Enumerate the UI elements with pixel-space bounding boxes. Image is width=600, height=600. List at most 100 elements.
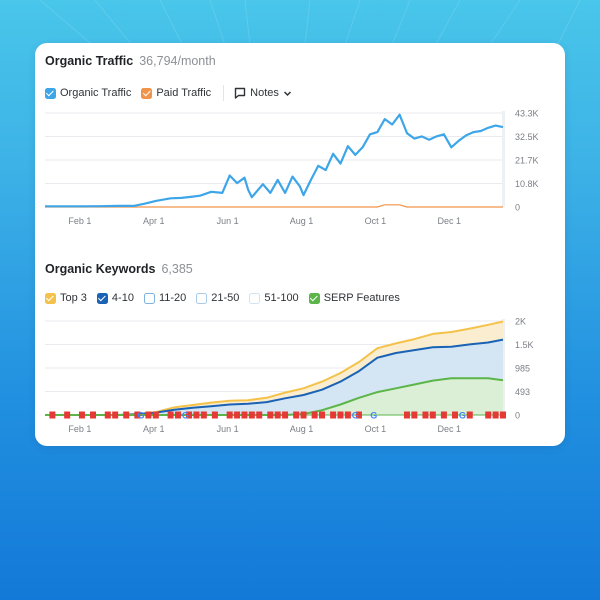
serp-event-flag bbox=[200, 411, 207, 419]
y-tick-label: 43.3K bbox=[515, 109, 539, 119]
x-tick-label: Aug 1 bbox=[290, 424, 314, 434]
y-tick-label: 0 bbox=[515, 203, 520, 213]
legend-11-20[interactable]: 11-20 bbox=[143, 292, 186, 304]
serp-event-flag bbox=[500, 411, 506, 419]
legend-label: 51-100 bbox=[264, 292, 299, 304]
notes-label: Notes bbox=[250, 87, 279, 99]
y-tick-label: 0 bbox=[515, 411, 520, 421]
serp-event-flag bbox=[78, 411, 85, 419]
google-update-icon: G bbox=[138, 411, 145, 421]
serp-event-flag bbox=[282, 411, 289, 419]
chevron-down-icon bbox=[283, 90, 291, 96]
legend-label: Organic Traffic bbox=[60, 87, 132, 99]
google-update-icon: G bbox=[370, 411, 377, 421]
serp-event-flag bbox=[492, 411, 499, 419]
legend-label: 4-10 bbox=[111, 292, 134, 304]
serp-event-flag bbox=[256, 411, 263, 419]
checkbox-serp-features[interactable] bbox=[308, 292, 320, 304]
google-update-icon: G bbox=[352, 411, 359, 421]
serp-event-flag bbox=[123, 411, 130, 419]
traffic-chart[interactable]: 0 10.8K 21.7K 32.5K 43.3K Feb 1 Apr 1 Jun 1 Aug … bbox=[35, 105, 565, 240]
keywords-header: Organic Keywords 6,385 bbox=[45, 262, 193, 276]
legend-paid-traffic[interactable]: Paid Traffic bbox=[141, 87, 211, 99]
serp-event-flag bbox=[112, 411, 119, 419]
serp-event-flag bbox=[145, 411, 152, 419]
serp-event-flag bbox=[429, 411, 436, 419]
serp-event-flag bbox=[274, 411, 281, 419]
serp-event-flag bbox=[152, 411, 159, 419]
y-tick-label: 1.5K bbox=[515, 340, 534, 350]
x-tick-label: Feb 1 bbox=[68, 424, 91, 434]
checkbox-paid-traffic[interactable] bbox=[141, 87, 153, 99]
legend-organic-traffic[interactable]: Organic Traffic bbox=[45, 87, 131, 99]
serp-event-flag bbox=[64, 411, 71, 419]
x-tick-label: Feb 1 bbox=[68, 216, 91, 226]
checkbox-51-100[interactable] bbox=[249, 292, 261, 304]
legend-4-10[interactable]: 4-10 bbox=[96, 292, 134, 304]
notes-dropdown[interactable]: Notes bbox=[234, 87, 292, 99]
x-tick-label: Aug 1 bbox=[290, 216, 314, 226]
checkbox-organic-traffic[interactable] bbox=[45, 87, 56, 99]
legend-label: Top 3 bbox=[60, 292, 87, 304]
y-tick-label: 2K bbox=[515, 317, 526, 327]
keywords-metric: 6,385 bbox=[161, 262, 193, 276]
checkbox-4-10[interactable] bbox=[96, 292, 108, 304]
serp-event-flag bbox=[90, 411, 97, 419]
traffic-legend: Organic Traffic Paid Traffic Notes bbox=[45, 85, 292, 101]
analytics-card: Organic Traffic 36,794/month Organic Tra… bbox=[35, 43, 565, 446]
google-update-icon: G bbox=[182, 411, 189, 421]
legend-label: SERP Features bbox=[323, 292, 400, 304]
serp-event-flag bbox=[234, 411, 241, 419]
checkbox-21-50[interactable] bbox=[196, 292, 208, 304]
serp-event-flag bbox=[248, 411, 255, 419]
serp-event-flag bbox=[226, 411, 233, 419]
y-tick-label: 493 bbox=[515, 387, 530, 397]
serp-event-flag bbox=[311, 411, 318, 419]
checkbox-11-20[interactable] bbox=[143, 292, 155, 304]
checkbox-top-3[interactable] bbox=[45, 292, 56, 304]
keywords-chart[interactable]: 0 493 985 1.5K 2K Feb 1 Apr 1 Jun 1 Aug 1 Oct 1 De… bbox=[35, 313, 565, 448]
legend-top-3[interactable]: Top 3 bbox=[45, 292, 87, 304]
google-update-icon: G bbox=[459, 411, 466, 421]
serp-event-flag bbox=[422, 411, 429, 419]
legend-21-50[interactable]: 21-50 bbox=[196, 292, 239, 304]
x-tick-label: Dec 1 bbox=[438, 216, 462, 226]
y-tick-label: 21.7K bbox=[515, 156, 539, 166]
keywords-title: Organic Keywords bbox=[45, 262, 156, 276]
y-tick-label: 985 bbox=[515, 364, 530, 374]
serp-event-flag bbox=[211, 411, 218, 419]
legend-divider bbox=[223, 85, 225, 101]
x-tick-label: Jun 1 bbox=[217, 424, 239, 434]
serp-event-flag bbox=[485, 411, 492, 419]
serp-event-flag bbox=[174, 411, 181, 419]
serp-event-flag bbox=[267, 411, 274, 419]
serp-event-flag bbox=[104, 411, 111, 419]
serp-event-flag bbox=[466, 411, 473, 419]
x-tick-label: Oct 1 bbox=[365, 216, 387, 226]
serp-event-flag bbox=[167, 411, 174, 419]
serp-event-flag bbox=[403, 411, 410, 419]
x-tick-label: Jun 1 bbox=[217, 216, 239, 226]
legend-serp-features[interactable]: SERP Features bbox=[308, 292, 400, 304]
keywords-legend: Top 3 4-10 11-20 21-50 51-100 SERP Featu… bbox=[45, 292, 410, 304]
x-tick-label: Apr 1 bbox=[143, 424, 165, 434]
serp-event-flag bbox=[344, 411, 351, 419]
serp-event-flag bbox=[49, 411, 56, 419]
traffic-metric: 36,794/month bbox=[139, 54, 216, 68]
x-tick-label: Oct 1 bbox=[365, 424, 387, 434]
serp-event-flag bbox=[319, 411, 326, 419]
traffic-header: Organic Traffic 36,794/month bbox=[45, 54, 216, 68]
serp-event-flag bbox=[241, 411, 248, 419]
legend-label: Paid Traffic bbox=[156, 87, 212, 99]
serp-event-flag bbox=[411, 411, 418, 419]
traffic-title: Organic Traffic bbox=[45, 54, 134, 68]
y-tick-label: 10.8K bbox=[515, 179, 539, 189]
serp-event-flag bbox=[451, 411, 458, 419]
x-tick-label: Dec 1 bbox=[438, 424, 462, 434]
serp-event-flag bbox=[193, 411, 200, 419]
serp-event-flag bbox=[293, 411, 300, 419]
legend-51-100[interactable]: 51-100 bbox=[249, 292, 299, 304]
serp-event-flag bbox=[440, 411, 447, 419]
legend-label: 21-50 bbox=[211, 292, 240, 304]
serp-event-flag bbox=[300, 411, 307, 419]
